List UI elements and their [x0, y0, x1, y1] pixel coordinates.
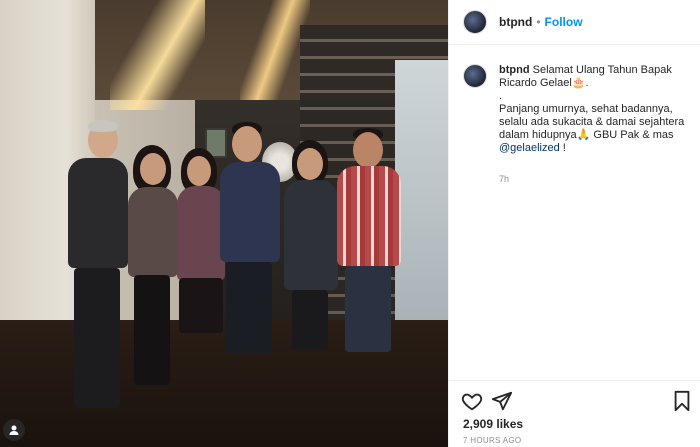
- caption-line: Panjang umurnya, sehat badannya, selalu …: [499, 103, 685, 141]
- photo-person: [335, 128, 403, 358]
- like-count[interactable]: 2,909 likes: [463, 417, 523, 431]
- action-bar: 2,909 likes 7 HOURS AGO: [449, 380, 700, 447]
- caption-text: btpnd Selamat Ulang Tahun Bapak Ricardo …: [499, 64, 689, 155]
- photo-ceiling-light: [110, 0, 205, 110]
- photo-person: [218, 122, 283, 362]
- user-icon: [9, 425, 19, 435]
- caption-line: .: [499, 90, 503, 102]
- avatar[interactable]: [463, 64, 487, 88]
- like-button[interactable]: [461, 390, 483, 412]
- post-timestamp[interactable]: 7 HOURS AGO: [463, 436, 521, 445]
- save-button[interactable]: [671, 390, 693, 412]
- heart-icon: [461, 393, 483, 411]
- bookmark-icon: [674, 390, 690, 412]
- follow-button[interactable]: Follow: [545, 15, 583, 29]
- photo-person: [282, 140, 342, 355]
- mention-link[interactable]: @gelaelized: [499, 142, 560, 154]
- caption-suffix: !: [559, 142, 566, 154]
- caption: btpnd Selamat Ulang Tahun Bapak Ricardo …: [463, 64, 691, 155]
- post-header: btpnd • Follow: [449, 0, 700, 45]
- avatar[interactable]: [463, 10, 487, 34]
- comment-timestamp: 7h: [499, 174, 510, 184]
- username-link[interactable]: btpnd: [499, 15, 532, 29]
- post-photo[interactable]: [0, 0, 448, 447]
- tagged-users-button[interactable]: [3, 419, 25, 441]
- share-button[interactable]: [491, 390, 513, 412]
- paper-plane-icon: [491, 391, 513, 411]
- caption-username[interactable]: btpnd: [499, 64, 530, 76]
- post-sidebar: btpnd • Follow btpnd Selamat Ulang Tahun…: [448, 0, 700, 447]
- photo-person: [30, 120, 130, 440]
- separator-dot: •: [536, 15, 541, 29]
